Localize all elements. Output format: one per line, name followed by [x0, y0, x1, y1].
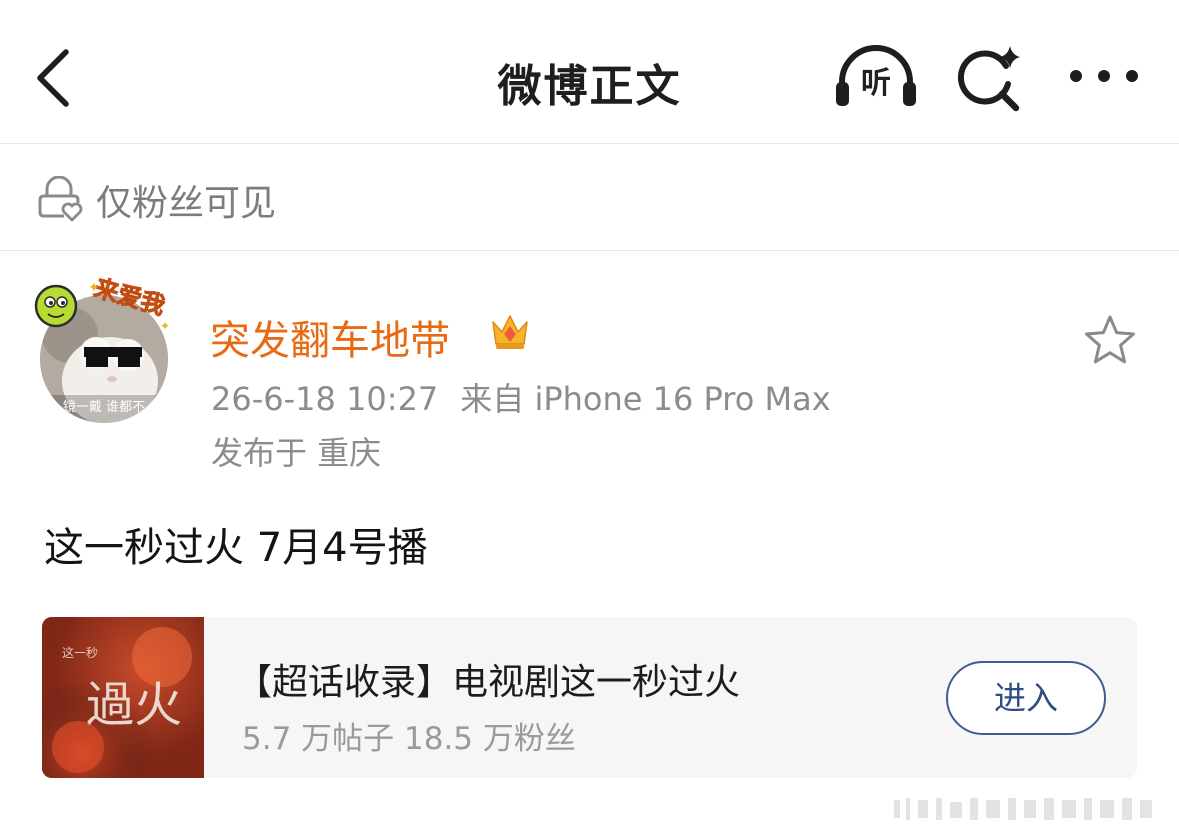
- topic-title: 【超话收录】电视剧这一秒过火: [236, 662, 741, 703]
- more-button[interactable]: [1062, 54, 1146, 98]
- svg-text:✦: ✦: [160, 319, 170, 333]
- supertopic-card[interactable]: 過火 这一秒 【超话收录】电视剧这一秒过火 5.7 万帖子 18.5 万粉丝 进…: [42, 617, 1137, 778]
- avatar-sticker-text: 来爱我: [91, 274, 168, 321]
- crown-icon: [492, 315, 528, 349]
- post-timestamp: 26-6-18 10:27: [211, 380, 439, 418]
- favorite-button[interactable]: [1082, 312, 1138, 368]
- star-outline-icon: [1085, 315, 1135, 364]
- post-text: 这一秒过火 7月4号播: [44, 525, 428, 571]
- avatar-caption: 镜一戴 谁都不: [63, 400, 145, 415]
- svg-text:✦: ✦: [88, 280, 100, 296]
- page-title: 微博正文: [497, 61, 682, 112]
- watermark: [894, 798, 1152, 820]
- search-sparkle-icon: [957, 46, 1020, 112]
- post-meta: 26-6-18 10:27 来自 iPhone 16 Pro Max: [211, 374, 831, 420]
- back-arrow-icon: [37, 49, 69, 107]
- topic-thumbnail: 過火 这一秒: [42, 617, 204, 778]
- post-source: 来自 iPhone 16 Pro Max: [460, 380, 831, 418]
- topic-stats: 5.7 万帖子 18.5 万粉丝: [242, 721, 576, 757]
- more-dots-icon: [1070, 70, 1138, 82]
- topic-thumb-title: 過火: [86, 677, 182, 733]
- topic-thumb-side-text: 这一秒: [62, 645, 98, 660]
- avatar-sticker: 来爱我 ✦ ✦: [34, 273, 170, 333]
- back-button[interactable]: [28, 40, 88, 116]
- lock-heart-icon: [38, 176, 83, 222]
- visibility-label: 仅粉丝可见: [96, 183, 277, 224]
- search-button[interactable]: [950, 40, 1030, 116]
- listen-label: 听: [861, 66, 891, 101]
- author-name[interactable]: 突发翻车地带: [210, 308, 450, 366]
- enter-button[interactable]: 进入: [946, 661, 1106, 735]
- post-location: 发布于 重庆: [211, 434, 382, 472]
- listen-button[interactable]: 听: [832, 42, 920, 112]
- nav-bar: 微博正文 听: [0, 0, 1179, 144]
